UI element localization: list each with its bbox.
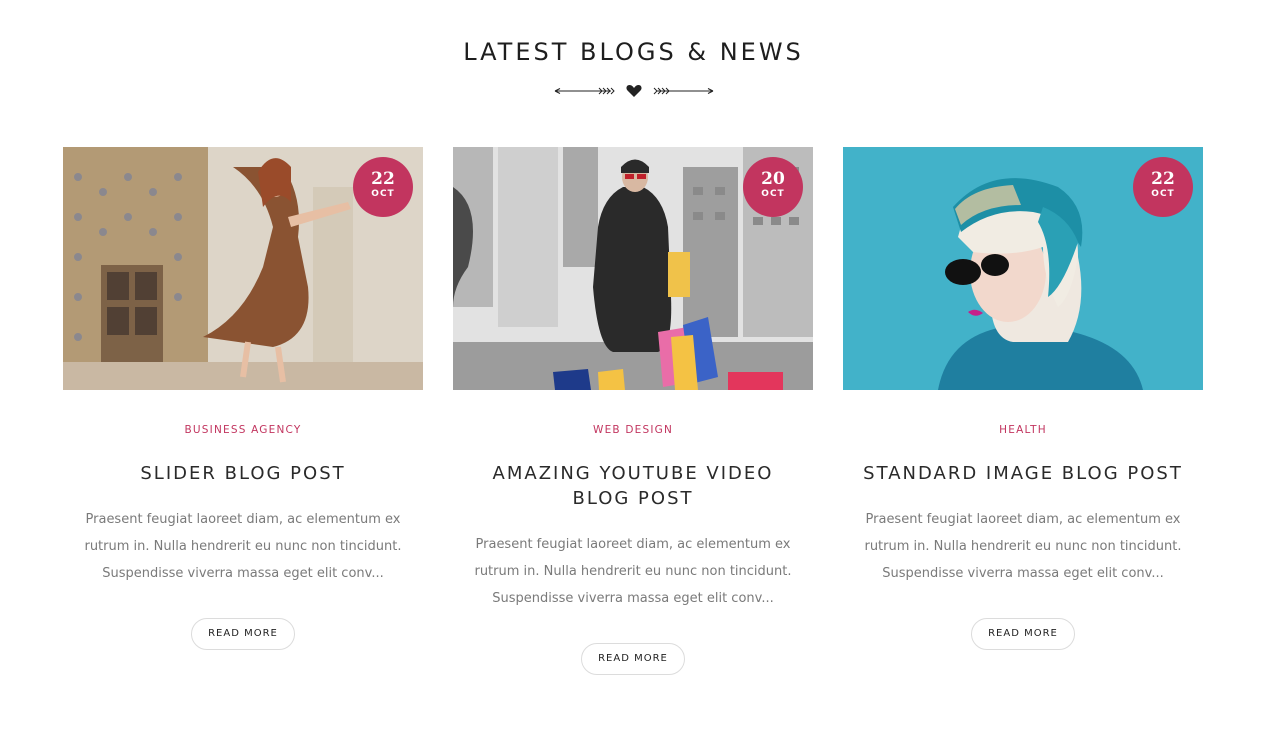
post-excerpt: Praesent feugiat laoreet diam, ac elemen… (864, 512, 1182, 581)
date-day: 22 (371, 169, 395, 189)
section-title: LATEST BLOGS & NEWS (463, 38, 804, 66)
post-title[interactable]: AMAZING YOUTUBE VIDEO BLOG POST (453, 461, 813, 511)
read-more-button[interactable]: READ MORE (191, 618, 295, 650)
date-badge: 22 OCT (1133, 157, 1193, 217)
post-category-link[interactable]: BUSINESS AGENCY (63, 424, 423, 436)
date-month: OCT (1151, 189, 1175, 199)
date-badge: 22 OCT (353, 157, 413, 217)
date-badge: 20 OCT (743, 157, 803, 217)
blog-card: 22 OCT BUSINESS AGENCY SLIDER BLOG POST … (63, 147, 423, 650)
read-more-button[interactable]: READ MORE (971, 618, 1075, 650)
date-day: 22 (1151, 169, 1175, 189)
blog-card: 22 OCT HEALTH STANDARD IMAGE BLOG POST P… (843, 147, 1203, 650)
post-title[interactable]: SLIDER BLOG POST (63, 461, 423, 486)
post-excerpt: Praesent feugiat laoreet diam, ac elemen… (474, 537, 792, 606)
date-month: OCT (371, 189, 395, 199)
section-header: LATEST BLOGS & NEWS (0, 38, 1267, 66)
post-category-link[interactable]: WEB DESIGN (453, 424, 813, 436)
post-thumbnail[interactable]: 22 OCT (63, 147, 423, 390)
date-day: 20 (761, 169, 785, 189)
read-more-button[interactable]: READ MORE (581, 643, 685, 675)
post-excerpt: Praesent feugiat laoreet diam, ac elemen… (84, 512, 402, 581)
post-thumbnail[interactable]: 20 OCT (453, 147, 813, 390)
post-category-link[interactable]: HEALTH (843, 424, 1203, 436)
post-title[interactable]: STANDARD IMAGE BLOG POST (843, 461, 1203, 486)
blog-card: 20 OCT WEB DESIGN AMAZING YOUTUBE VIDEO … (453, 147, 813, 675)
date-month: OCT (761, 189, 785, 199)
heart-arrow-divider-icon (554, 85, 714, 97)
post-thumbnail[interactable]: 22 OCT (843, 147, 1203, 390)
